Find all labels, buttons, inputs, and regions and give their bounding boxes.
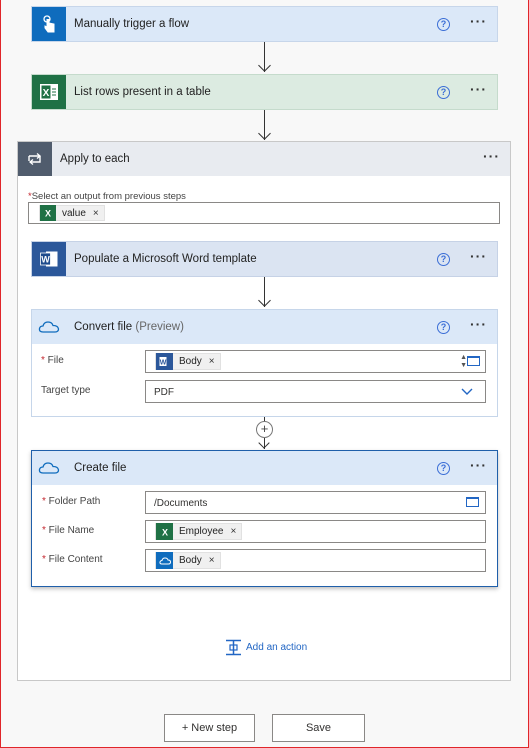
svg-text:X: X bbox=[161, 527, 167, 537]
help-icon[interactable]: ? bbox=[437, 461, 450, 475]
select-output-input[interactable]: X value × bbox=[28, 202, 500, 224]
remove-token-icon[interactable]: × bbox=[209, 356, 215, 367]
svg-text:X: X bbox=[45, 209, 51, 219]
word-icon: W bbox=[156, 353, 173, 370]
folder-path-value: /Documents bbox=[154, 498, 208, 509]
onedrive-icon bbox=[32, 310, 66, 344]
employee-token[interactable]: X Employee × bbox=[155, 523, 243, 540]
file-content-label: * File Content bbox=[42, 554, 103, 565]
more-options-icon[interactable]: ··· bbox=[470, 249, 487, 266]
folder-path-input[interactable]: /Documents bbox=[145, 491, 486, 514]
chevron-down-icon bbox=[461, 388, 473, 395]
save-button[interactable]: Save bbox=[272, 714, 365, 742]
folder-icon[interactable] bbox=[466, 497, 479, 507]
list-rows-title: List rows present in a table bbox=[74, 86, 211, 98]
stepper-icon[interactable]: ▲ ▼ bbox=[460, 354, 467, 370]
target-type-select[interactable]: PDF bbox=[145, 380, 486, 403]
value-token[interactable]: X value × bbox=[39, 205, 105, 221]
convert-file-title: Convert file (Preview) bbox=[74, 321, 184, 333]
more-options-icon[interactable]: ··· bbox=[470, 14, 487, 31]
populate-word-card[interactable]: W Populate a Microsoft Word template ? ·… bbox=[31, 241, 498, 277]
help-icon[interactable]: ? bbox=[437, 320, 450, 334]
help-icon[interactable]: ? bbox=[437, 252, 450, 266]
svg-text:X: X bbox=[43, 88, 50, 99]
target-type-value: PDF bbox=[154, 387, 174, 398]
target-type-label: Target type bbox=[41, 385, 91, 396]
file-name-input[interactable]: X Employee × bbox=[145, 520, 486, 543]
flow-designer-canvas: { "steps": { "trigger": { "title": "Manu… bbox=[0, 0, 529, 748]
apply-to-each-title: Apply to each bbox=[60, 153, 130, 165]
folder-icon[interactable] bbox=[467, 356, 480, 366]
select-output-label: *Select an output from previous steps bbox=[28, 191, 186, 202]
folder-path-label: * Folder Path bbox=[42, 496, 101, 507]
svg-text:W: W bbox=[160, 360, 167, 367]
touch-icon bbox=[32, 7, 66, 41]
file-content-input[interactable]: Body × bbox=[145, 549, 486, 572]
more-options-icon[interactable]: ··· bbox=[483, 149, 500, 166]
file-input[interactable]: W Body × ▲ ▼ bbox=[145, 350, 486, 373]
loop-icon bbox=[18, 142, 52, 176]
excel-icon: X bbox=[32, 75, 66, 109]
more-options-icon[interactable]: ··· bbox=[470, 317, 487, 334]
word-icon: W bbox=[32, 242, 66, 276]
arrow-down-icon bbox=[257, 127, 271, 140]
remove-token-icon[interactable]: × bbox=[93, 208, 99, 219]
file-name-label: * File Name bbox=[42, 525, 95, 536]
help-icon[interactable]: ? bbox=[437, 85, 450, 99]
excel-icon: X bbox=[156, 523, 173, 540]
remove-token-icon[interactable]: × bbox=[230, 526, 236, 537]
trigger-title: Manually trigger a flow bbox=[74, 18, 190, 30]
add-action-icon bbox=[226, 639, 241, 656]
new-step-button[interactable]: + New step bbox=[164, 714, 255, 742]
insert-step-button[interactable]: + bbox=[256, 421, 273, 438]
arrow-down-icon bbox=[257, 59, 271, 72]
svg-text:W: W bbox=[41, 255, 50, 265]
trigger-card[interactable]: Manually trigger a flow ? ··· bbox=[31, 6, 498, 42]
create-file-title: Create file bbox=[74, 462, 127, 474]
help-icon[interactable]: ? bbox=[437, 17, 450, 31]
file-label: * File bbox=[41, 355, 64, 366]
onedrive-icon bbox=[156, 552, 173, 569]
body-token[interactable]: Body × bbox=[155, 552, 221, 569]
body-token[interactable]: W Body × bbox=[155, 353, 221, 370]
more-options-icon[interactable]: ··· bbox=[470, 82, 487, 99]
add-action-label: Add an action bbox=[246, 642, 308, 653]
excel-icon: X bbox=[40, 205, 56, 221]
remove-token-icon[interactable]: × bbox=[209, 555, 215, 566]
add-action-button[interactable]: Add an action bbox=[225, 639, 307, 656]
populate-word-title: Populate a Microsoft Word template bbox=[74, 253, 257, 265]
onedrive-icon bbox=[32, 451, 66, 485]
more-options-icon[interactable]: ··· bbox=[470, 458, 487, 475]
list-rows-card[interactable]: X List rows present in a table ? ··· bbox=[31, 74, 498, 110]
